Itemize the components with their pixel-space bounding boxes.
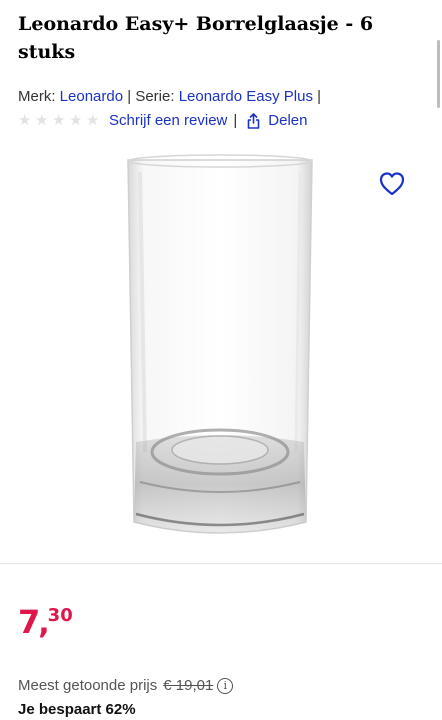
share-icon: [247, 112, 260, 129]
meta-separator-end: |: [317, 88, 322, 105]
compare-price: Meest getoonde prijs € 19,01 i: [18, 677, 234, 694]
product-meta: Merk: Leonardo | Serie: Leonardo Easy Pl…: [18, 88, 321, 105]
star-icon: ★: [69, 112, 83, 129]
brand-label: Merk:: [18, 88, 56, 105]
write-review-link[interactable]: Schrijf een review: [109, 112, 227, 129]
product-image: [127, 154, 313, 534]
scrollbar[interactable]: [437, 40, 440, 108]
rating-stars: ★ ★ ★ ★ ★: [18, 113, 101, 128]
meta-separator: |: [127, 88, 132, 105]
star-icon: ★: [35, 112, 49, 129]
product-title: Leonardo Easy+ Borrelglaasje - 6 stuks: [18, 13, 374, 63]
divider: [0, 563, 442, 564]
info-icon[interactable]: i: [217, 677, 234, 694]
share-label: Delen: [268, 112, 308, 129]
price-euros: 7: [18, 603, 40, 641]
compare-label: Meest getoonde prijs: [18, 677, 158, 694]
wishlist-button[interactable]: [378, 170, 406, 198]
heart-icon: [379, 172, 405, 196]
brand-link[interactable]: Leonardo: [60, 88, 123, 105]
series-label: Serie:: [135, 88, 175, 105]
price-cents: 30: [47, 605, 73, 626]
old-price: € 19,01: [163, 677, 214, 694]
star-icon: ★: [86, 112, 100, 129]
star-icon: ★: [52, 112, 66, 129]
saving-label: Je bespaart 62%: [18, 701, 136, 718]
star-icon: ★: [18, 112, 32, 129]
price: 7,30: [18, 603, 73, 641]
share-button[interactable]: Delen: [247, 112, 308, 129]
review-line: ★ ★ ★ ★ ★ Schrijf een review | Delen: [18, 112, 308, 129]
series-link[interactable]: Leonardo Easy Plus: [179, 88, 313, 105]
review-separator: |: [233, 112, 238, 129]
